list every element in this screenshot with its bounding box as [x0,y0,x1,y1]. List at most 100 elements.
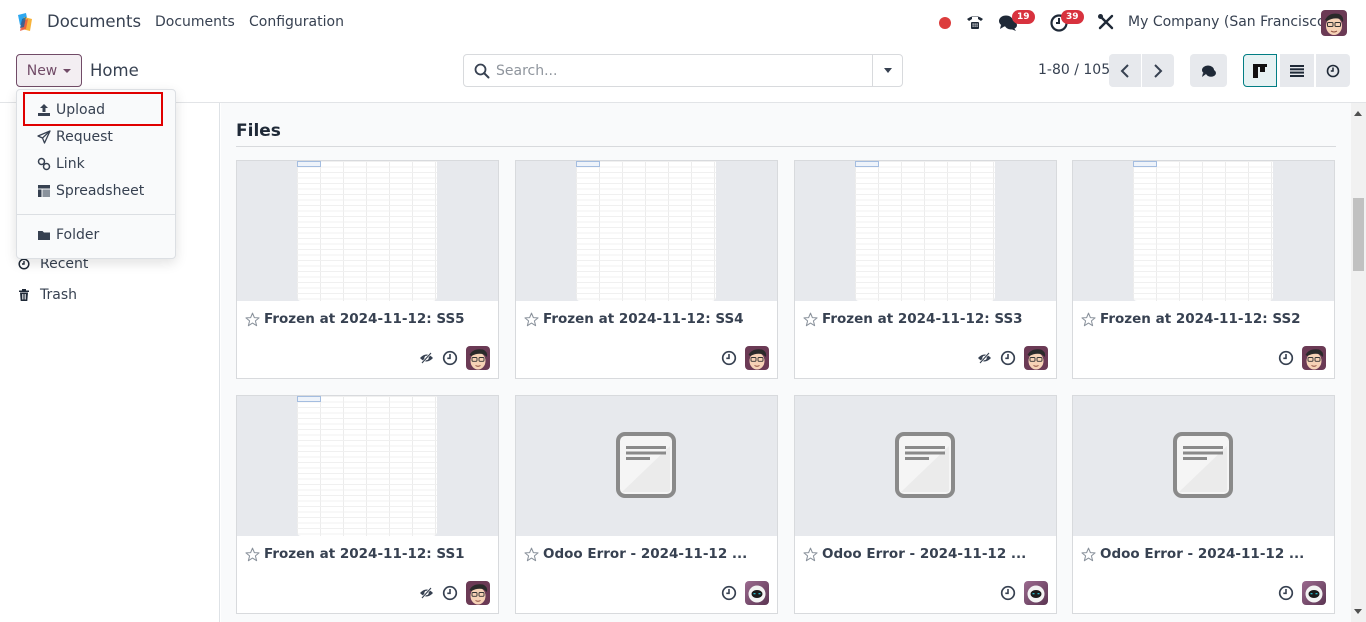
activities-badge: 39 [1061,10,1084,24]
user-avatar[interactable] [466,346,490,370]
document-card[interactable]: Frozen at 2024-11-12: SS5 [236,160,499,379]
chevron-right-icon [1154,63,1163,78]
activity-clock-icon[interactable] [721,350,737,366]
phone-icon[interactable] [965,12,985,32]
document-card[interactable]: Frozen at 2024-11-12: SS1 [236,395,499,614]
scroll-thumb[interactable] [1353,198,1364,271]
pager-value[interactable]: 1-80 / 105 [1038,62,1110,78]
dropdown-item-link[interactable]: Link [37,156,85,172]
user-avatar[interactable] [466,581,490,605]
search-bar [463,54,903,87]
dropdown-separator [17,214,175,215]
search-input[interactable] [496,59,866,83]
card-preview[interactable] [237,161,498,301]
app-name[interactable]: Documents [47,12,141,31]
activity-clock-icon[interactable] [1000,350,1016,366]
card-footer-icons [419,346,490,370]
vertical-scrollbar[interactable] [1351,103,1366,622]
sidebar-item-trash[interactable]: Trash [18,287,77,303]
dropdown-item-label: Request [56,129,113,145]
document-file-icon [616,432,676,498]
sidebar-item-label: Trash [40,287,77,303]
dropdown-item-spreadsheet[interactable]: Spreadsheet [37,183,144,199]
spreadsheet-thumbnail [1133,161,1273,301]
activity-view-button[interactable] [1316,54,1350,87]
card-preview[interactable] [1073,396,1334,536]
document-card[interactable]: Frozen at 2024-11-12: SS2 [1072,160,1335,379]
user-avatar[interactable] [1302,346,1326,370]
company-switcher[interactable]: My Company (San Francisco) [1128,14,1331,30]
activity-clock-icon[interactable] [1278,350,1294,366]
card-preview[interactable] [516,161,777,301]
search-options-toggle[interactable] [872,55,902,86]
dropdown-item-label: Upload [56,102,106,118]
new-button[interactable]: New [16,54,82,87]
upload-icon [38,104,50,116]
tools-icon[interactable] [1097,13,1115,31]
document-card[interactable]: Odoo Error - 2024-11-12 ... [515,395,778,614]
documents-kanban: Files Frozen at 2024-11-12: SS5 Frozen at… [221,103,1351,622]
document-name: Frozen at 2024-11-12: SS3 [822,311,1023,327]
document-card[interactable]: Frozen at 2024-11-12: SS4 [515,160,778,379]
dropdown-item-label: Folder [56,227,100,243]
document-name: Odoo Error - 2024-11-12 ... [822,546,1027,562]
document-name: Frozen at 2024-11-12: SS5 [264,311,465,327]
dropdown-item-request[interactable]: Request [37,129,113,145]
card-preview[interactable] [1073,161,1334,301]
documents-app-logo[interactable] [14,11,38,35]
favorite-star-icon[interactable] [245,312,260,327]
user-avatar[interactable] [745,346,769,370]
card-title: Frozen at 2024-11-12: SS4 [524,311,744,327]
menu-configuration[interactable]: Configuration [249,14,344,30]
hidden-eye-slash-icon [420,352,433,364]
document-card[interactable]: Frozen at 2024-11-12: SS3 [794,160,1057,379]
dropdown-item-label: Spreadsheet [56,183,145,199]
dropdown-item-folder[interactable]: Folder [37,227,99,243]
activity-clock-icon[interactable] [721,585,737,601]
user-avatar[interactable] [1024,346,1048,370]
favorite-star-icon[interactable] [245,547,260,562]
cell-selection [576,161,600,167]
list-view-button[interactable] [1280,54,1314,87]
favorite-star-icon[interactable] [803,312,818,327]
pager-next-button[interactable] [1142,54,1174,87]
dropdown-item-upload[interactable]: Upload [37,102,105,118]
card-footer-icons [1278,581,1326,605]
card-preview[interactable] [795,161,1056,301]
favorite-star-icon[interactable] [1081,312,1096,327]
dropdown-item-label: Link [56,156,85,172]
kanban-icon [1253,63,1267,78]
card-preview[interactable] [237,396,498,536]
kanban-view-button[interactable] [1243,54,1277,87]
activity-clock-icon[interactable] [442,350,458,366]
favorite-star-icon[interactable] [524,312,539,327]
activity-clock-icon[interactable] [1278,585,1294,601]
bot-avatar[interactable] [1024,581,1048,605]
recording-dot-icon[interactable] [939,17,951,29]
document-card[interactable]: Odoo Error - 2024-11-12 ... [794,395,1057,614]
breadcrumb: Home [90,61,139,80]
card-title: Frozen at 2024-11-12: SS1 [245,546,465,562]
pager-previous-button[interactable] [1109,54,1141,87]
activity-clock-icon[interactable] [442,585,458,601]
bot-avatar[interactable] [745,581,769,605]
scroll-up-arrow-icon[interactable] [1354,111,1362,116]
favorite-star-icon[interactable] [803,547,818,562]
bot-avatar[interactable] [1302,581,1326,605]
new-dropdown-menu: Upload Request Link Spreadsheet Folder [16,89,176,259]
cell-selection [1133,161,1157,167]
chatter-toggle-button[interactable] [1190,54,1227,87]
favorite-star-icon[interactable] [524,547,539,562]
card-preview[interactable] [516,396,777,536]
activity-clock-icon[interactable] [1000,585,1016,601]
cell-selection [297,161,321,167]
scroll-down-arrow-icon[interactable] [1354,609,1362,614]
menu-documents[interactable]: Documents [155,14,235,30]
card-preview[interactable] [795,396,1056,536]
user-avatar[interactable] [1321,10,1347,36]
favorite-star-icon[interactable] [1081,547,1096,562]
clock-icon [18,258,30,270]
document-card[interactable]: Odoo Error - 2024-11-12 ... [1072,395,1335,614]
card-footer-icons [1278,346,1326,370]
document-name: Odoo Error - 2024-11-12 ... [1100,546,1305,562]
